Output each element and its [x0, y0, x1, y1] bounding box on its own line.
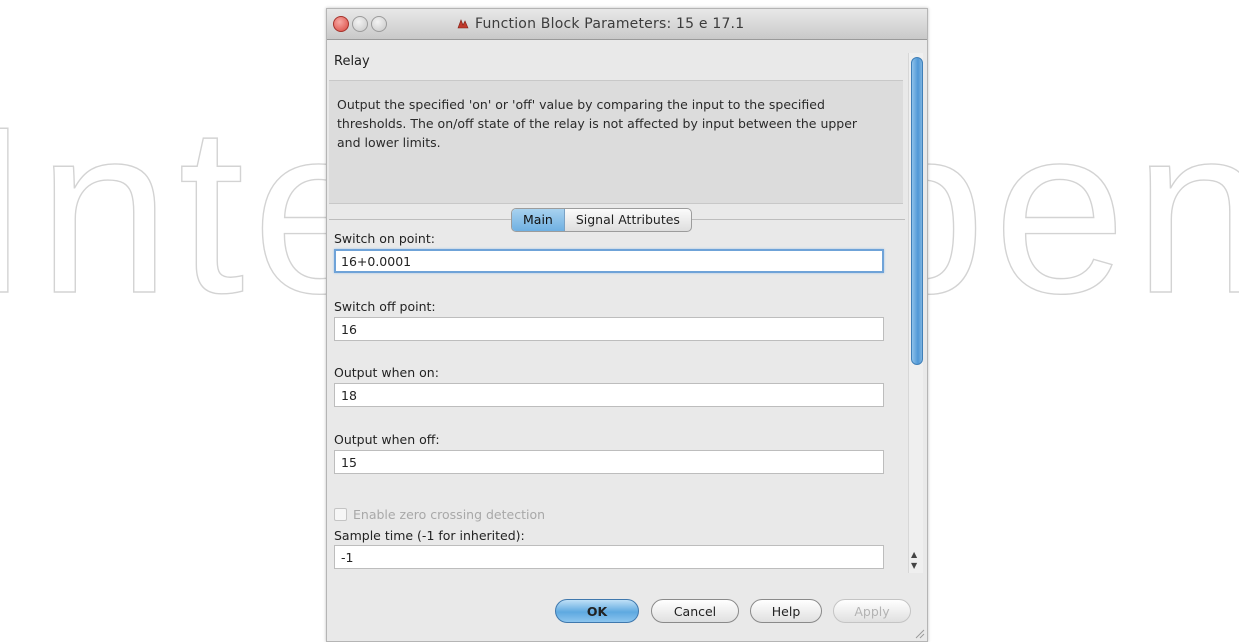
block-description: Output the specified 'on' or 'off' value… — [337, 97, 858, 150]
simulink-block-icon — [457, 19, 469, 29]
zoom-window-button[interactable] — [371, 16, 387, 32]
help-button[interactable]: Help — [750, 599, 822, 623]
minimize-window-button[interactable] — [352, 16, 368, 32]
vertical-scrollbar[interactable]: ▲ ▼ — [908, 53, 923, 573]
cancel-button[interactable]: Cancel — [651, 599, 739, 623]
function-block-parameters-dialog: Function Block Parameters: 15 e 17.1 Rel… — [326, 8, 928, 642]
scrollbar-thumb[interactable] — [911, 57, 923, 365]
dialog-button-row: OK Cancel Help Apply — [327, 599, 927, 629]
switch-off-point-label: Switch off point: — [334, 299, 436, 314]
switch-on-point-label: Switch on point: — [334, 231, 435, 246]
resize-grip-icon[interactable] — [913, 627, 925, 639]
output-when-off-input[interactable] — [334, 450, 884, 474]
block-type-label: Relay — [334, 54, 370, 69]
switch-off-point-input[interactable] — [334, 317, 884, 341]
tab-main[interactable]: Main — [512, 209, 565, 231]
scroll-down-arrow-icon[interactable]: ▼ — [911, 562, 917, 570]
tab-bar: Main Signal Attributes — [511, 208, 692, 232]
sample-time-label: Sample time (-1 for inherited): — [334, 528, 525, 543]
apply-button[interactable]: Apply — [833, 599, 911, 623]
scroll-up-arrow-icon[interactable]: ▲ — [911, 551, 917, 559]
window-title: Function Block Parameters: 15 e 17.1 — [475, 16, 745, 32]
sample-time-input[interactable] — [334, 545, 884, 569]
ok-button[interactable]: OK — [555, 599, 639, 623]
output-when-on-label: Output when on: — [334, 365, 439, 380]
description-panel: Output the specified 'on' or 'off' value… — [329, 80, 903, 204]
zero-crossing-row: Enable zero crossing detection — [334, 507, 545, 522]
zero-crossing-label: Enable zero crossing detection — [353, 507, 546, 522]
output-when-on-input[interactable] — [334, 383, 884, 407]
close-window-button[interactable] — [333, 16, 349, 32]
switch-on-point-input[interactable] — [334, 249, 884, 273]
title-bar[interactable]: Function Block Parameters: 15 e 17.1 — [327, 9, 927, 40]
tab-signal-attributes[interactable]: Signal Attributes — [565, 209, 691, 231]
zero-crossing-checkbox[interactable] — [334, 508, 347, 521]
dialog-content: Relay Output the specified 'on' or 'off'… — [327, 40, 905, 571]
output-when-off-label: Output when off: — [334, 432, 440, 447]
